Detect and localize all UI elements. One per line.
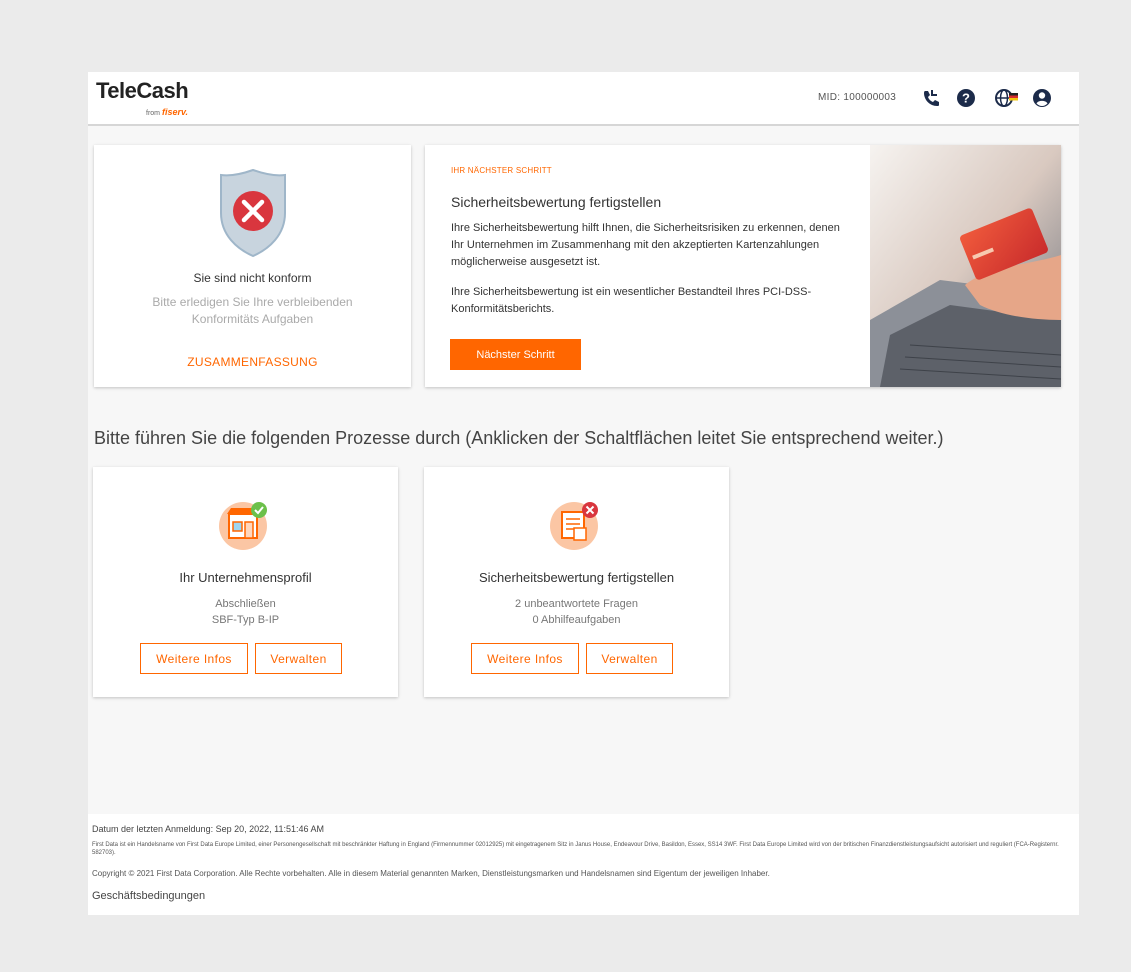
logo-sub-prefix: from: [146, 110, 160, 117]
storefront-complete-icon: [217, 498, 273, 555]
manage-button[interactable]: Verwalten: [255, 643, 342, 674]
document-incomplete-icon: [548, 498, 604, 555]
more-info-button[interactable]: Weitere Infos: [471, 643, 579, 674]
logo-text: TeleCash: [96, 78, 189, 103]
terms-link[interactable]: Geschäftsbedingungen: [92, 890, 205, 902]
top-header: TeleCash from fiserv. MID: 100000003 ?: [88, 72, 1079, 126]
process-detail-line: SBF-Typ B-IP: [211, 614, 280, 626]
process-title: Ihr Unternehmensprofil: [179, 570, 312, 585]
next-step-title: Sicherheitsbewertung fertigstellen: [451, 194, 662, 210]
process-card-company-profile[interactable]: Ihr Unternehmensprofil Abschließen SBF-T…: [93, 467, 398, 697]
svg-text:?: ?: [962, 91, 970, 106]
app-container: TeleCash from fiserv. MID: 100000003 ? S…: [88, 72, 1079, 915]
copyright: Copyright © 2021 First Data Corporation.…: [92, 869, 770, 878]
language-icon[interactable]: [994, 87, 1018, 109]
next-step-card: IHR NÄCHSTER SCHRITT Sicherheitsbewertun…: [425, 145, 1061, 387]
shield-error-icon: [217, 167, 289, 264]
process-title: Sicherheitsbewertung fertigstellen: [478, 570, 675, 585]
more-info-button[interactable]: Weitere Infos: [140, 643, 248, 674]
merchant-id: MID: 100000003: [818, 92, 897, 103]
last-login: Datum der letzten Anmeldung: Sep 20, 202…: [92, 824, 324, 834]
summary-link[interactable]: ZUSAMMENFASSUNG: [94, 355, 411, 369]
manage-button[interactable]: Verwalten: [586, 643, 673, 674]
status-title: Sie sind nicht konform: [193, 271, 312, 285]
phone-icon[interactable]: [920, 87, 942, 109]
process-detail-line: 0 Abhilfeaufgaben: [532, 614, 621, 626]
process-status-line: Abschließen: [215, 598, 276, 610]
next-step-paragraph-1: Ihre Sicherheitsbewertung hilft Ihnen, d…: [451, 222, 840, 268]
help-icon[interactable]: ?: [955, 87, 977, 109]
telecash-logo[interactable]: TeleCash from fiserv.: [96, 78, 189, 117]
status-text: Bitte erledigen Sie Ihre verbleibenden K…: [152, 295, 353, 326]
user-icon[interactable]: [1031, 87, 1053, 109]
next-step-button[interactable]: Nächster Schritt: [450, 339, 581, 370]
next-step-paragraph-2: Ihre Sicherheitsbewertung ist ein wesent…: [451, 286, 812, 315]
logo-sub-brand: fiserv.: [161, 107, 188, 117]
process-card-security-assessment[interactable]: Sicherheitsbewertung fertigstellen 2 unb…: [424, 467, 729, 697]
next-step-label: IHR NÄCHSTER SCHRITT: [451, 166, 552, 175]
legal-notice: First Data ist ein Handelsname von First…: [92, 842, 1059, 856]
card-payment-photo: [870, 145, 1061, 387]
instructions-heading: Bitte führen Sie die folgenden Prozesse …: [94, 428, 944, 448]
compliance-status-card: Sie sind nicht konform Bitte erledigen S…: [94, 145, 411, 387]
process-status-line: 2 unbeantwortete Fragen: [515, 598, 638, 610]
logo-subtitle: from fiserv.: [146, 107, 188, 117]
footer: Datum der letzten Anmeldung: Sep 20, 202…: [88, 814, 1079, 915]
